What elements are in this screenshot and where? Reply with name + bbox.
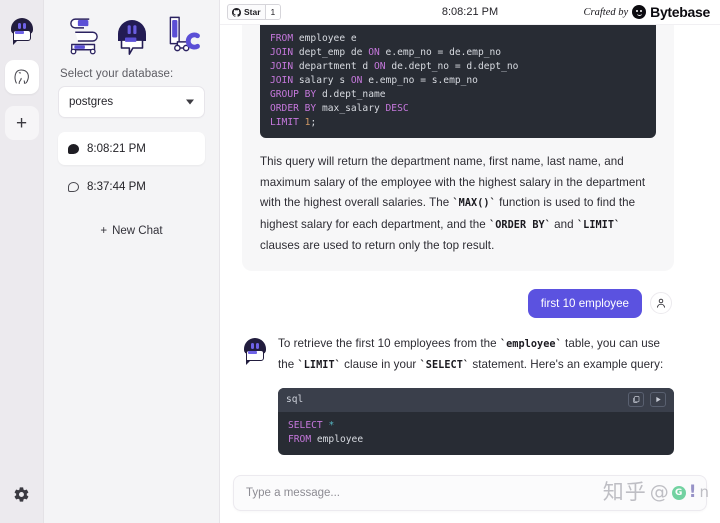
database-select-value: postgres [69, 96, 114, 108]
code-line: GROUP BY d.dept_name [270, 89, 386, 100]
icon-rail: + [0, 0, 44, 523]
select-database-label: Select your database: [60, 68, 174, 80]
user-message-bubble: first 10 employee [527, 288, 642, 318]
inline-code: `employee` [499, 338, 562, 350]
code-line: FROM employee e [270, 33, 357, 44]
code-line: FROM employee [288, 433, 364, 445]
chat-list-item-1[interactable]: 8:37:44 PM [58, 170, 205, 203]
chat-list-item-label: 8:08:21 PM [87, 142, 146, 155]
code-line: LIMIT 1; [270, 117, 317, 128]
assistant-message-1: FROM employee e JOIN dept_emp de ON e.emp… [242, 25, 674, 271]
crafted-by-label: Crafted by [583, 6, 629, 18]
code-block-bottom-body: SELECT * FROM employee [278, 412, 674, 455]
github-star-label: Star [244, 7, 261, 17]
rail-item-add[interactable]: + [4, 106, 39, 140]
github-star-count: 1 [264, 5, 281, 19]
paragraph-text: and [550, 217, 577, 231]
assistant-message-1-body: FROM employee e JOIN dept_emp de ON e.emp… [242, 25, 674, 257]
avatar [650, 292, 672, 314]
assistant-paragraph-1: This query will return the department na… [260, 152, 656, 257]
chat-history-list: 8:08:21 PM 8:37:44 PM [58, 132, 205, 208]
assistant-message-2: To retrieve the first 10 employees from … [242, 334, 674, 455]
code-line: ORDER BY max_salary DESC [270, 103, 409, 114]
code-line: JOIN salary s ON e.emp_no = s.emp_no [270, 75, 478, 86]
assistant-paragraph-2: To retrieve the first 10 employees from … [278, 334, 674, 377]
bytebase-logo-icon [632, 5, 647, 19]
plus-icon: + [15, 112, 28, 134]
elephant-icon [14, 69, 29, 85]
new-chat-button[interactable]: + New Chat [58, 220, 205, 242]
github-icon [232, 7, 241, 17]
inline-code: `MAX()` [452, 198, 496, 209]
inline-code: `SELECT` [419, 360, 470, 371]
github-star-button[interactable]: Star 1 [227, 4, 282, 20]
composer-area [220, 466, 720, 523]
paragraph-text: statement. Here's an example query: [469, 358, 664, 371]
message-input[interactable] [246, 487, 694, 499]
gear-icon [14, 486, 29, 502]
chat-bubble-outline-icon [68, 181, 79, 192]
inline-code: `ORDER BY` [489, 219, 551, 231]
database-select[interactable]: postgres [58, 86, 205, 118]
paragraph-text: To retrieve the first 10 employees from … [278, 336, 500, 350]
chat-list-item-label: 8:37:44 PM [87, 180, 146, 193]
logo-letter-l-icon [169, 16, 200, 52]
chat-scroll-area[interactable]: FROM employee e JOIN dept_emp de ON e.emp… [220, 25, 720, 523]
copy-button[interactable] [628, 392, 644, 407]
inline-code: `LIMIT` [297, 360, 341, 371]
robot-icon [9, 18, 35, 45]
copy-icon [633, 396, 640, 403]
user-message: first 10 employee [242, 288, 674, 318]
github-star-left: Star [228, 5, 265, 19]
plus-icon: + [100, 225, 108, 237]
logo-letter-s-icon [69, 18, 98, 55]
inline-code: `LIMIT` [576, 219, 621, 231]
code-line: SELECT * [288, 419, 335, 431]
code-block-header: sql [278, 387, 674, 412]
paragraph-text: clauses are used to return only the top … [260, 239, 495, 252]
code-line: JOIN department d ON de.dept_no = d.dept… [270, 61, 519, 72]
run-button[interactable] [650, 392, 666, 407]
top-bar: Star 1 8:08:21 PM Crafted by Bytebase [220, 0, 720, 25]
settings-button[interactable] [7, 479, 37, 509]
new-chat-label: New Chat [112, 225, 163, 237]
sql-logo [58, 6, 205, 64]
code-block-actions [628, 392, 666, 407]
chat-list-item-0[interactable]: 8:08:21 PM [58, 132, 205, 165]
chat-bubble-filled-icon [68, 143, 79, 154]
code-line: JOIN dept_emp de ON e.emp_no = de.emp_no [270, 47, 502, 58]
brand-name: Bytebase [650, 4, 710, 20]
assistant-avatar [242, 334, 268, 365]
app-root: + Select your database: postgres 8:08:21… [0, 0, 720, 523]
rail-item-postgres-db[interactable] [4, 60, 39, 94]
chevron-down-icon [186, 99, 194, 105]
crafted-by: Crafted by Bytebase [584, 4, 713, 20]
sidebar: Select your database: postgres 8:08:21 P… [44, 0, 220, 523]
user-icon [657, 298, 665, 308]
code-block-top-body: FROM employee e JOIN dept_emp de ON e.emp… [260, 25, 656, 138]
main-panel: Star 1 8:08:21 PM Crafted by Bytebase FR… [220, 0, 720, 523]
code-block-top[interactable]: FROM employee e JOIN dept_emp de ON e.emp… [260, 25, 656, 138]
code-block-bottom[interactable]: sql SELECT * FROM employee [278, 387, 674, 455]
assistant-message-2-body: To retrieve the first 10 employees from … [278, 334, 674, 455]
rail-item-bot-logo[interactable] [5, 14, 39, 48]
composer[interactable] [233, 475, 707, 511]
code-language-label: sql [286, 394, 304, 405]
play-icon [656, 396, 661, 403]
paragraph-text: clause in your [340, 358, 420, 371]
logo-letter-q-icon [117, 20, 146, 55]
chat-messages: FROM employee e JOIN dept_emp de ON e.emp… [220, 25, 720, 515]
